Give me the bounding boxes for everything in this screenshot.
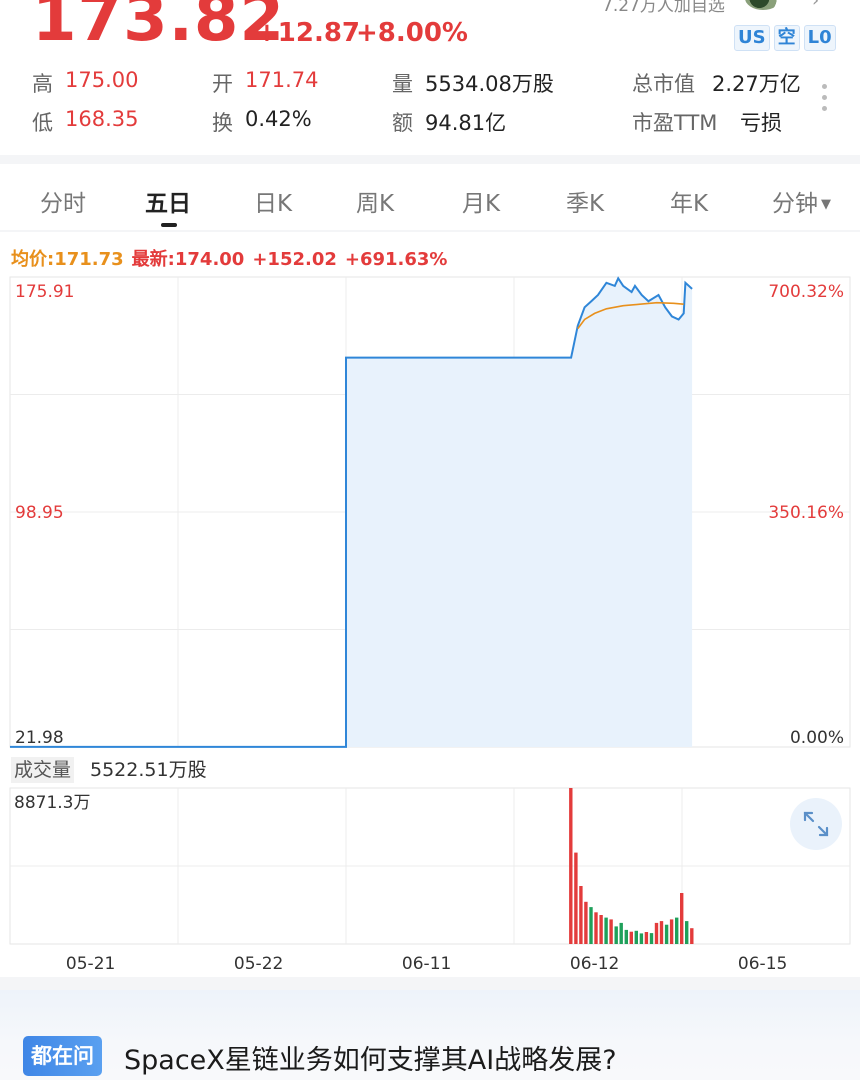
volume-value: 5534.08万股 — [425, 72, 554, 96]
caret-down-icon: ▼ — [821, 197, 831, 212]
tab-yearly-k[interactable]: 年K — [670, 184, 708, 218]
volume-bar — [680, 893, 684, 944]
y-axis-mid-label: 98.95 — [15, 503, 64, 523]
x-axis-date-label: 05-22 — [234, 954, 283, 974]
volume-bar — [654, 922, 659, 944]
volume-bar — [634, 930, 638, 944]
ask-banner[interactable]: 都在问 SpaceX星链业务如何支撑其AI战略发展? — [0, 990, 860, 1080]
chevron-right-icon[interactable]: › — [812, 0, 819, 11]
price-change-percent: +8.00% — [356, 18, 468, 48]
price-volume-chart: 175.91 98.95 21.98 700.32% 350.16% 0.00% 8871.… — [9, 276, 851, 974]
level-tag[interactable]: L0 — [803, 25, 836, 51]
volume-bar — [685, 921, 689, 944]
volume-bar — [604, 917, 608, 944]
volume-bar — [669, 919, 674, 944]
low-label: 低 — [32, 111, 53, 135]
chart-period-tabs: 分时 五日 日K 周K 月K 季K 年K 分钟 ▼ — [0, 164, 860, 230]
price-area — [346, 278, 693, 747]
y-axis-right-min-label: 0.00% — [790, 728, 844, 748]
tab-intraday[interactable]: 分时 — [40, 184, 86, 218]
price-change: +12.87 — [256, 18, 361, 48]
volume-max-label: 8871.3万 — [14, 793, 90, 813]
market-cap-value: 2.27万亿 — [712, 72, 801, 96]
more-options-icon[interactable] — [818, 84, 830, 120]
active-tab-indicator — [161, 223, 177, 227]
open-label: 开 — [212, 72, 233, 96]
avatar[interactable] — [745, 0, 781, 10]
y-axis-max-label: 175.91 — [15, 282, 74, 302]
turnover-value: 0.42% — [245, 107, 312, 131]
turnover-label: 换 — [212, 111, 233, 135]
x-axis-date-label: 05-21 — [66, 954, 115, 974]
short-tag[interactable]: 空 — [773, 25, 800, 51]
tab-minute[interactable]: 分钟 ▼ — [772, 184, 831, 218]
pe-value: 亏损 — [740, 111, 782, 135]
low-value: 168.35 — [65, 107, 139, 131]
tab-daily-k[interactable]: 日K — [254, 184, 292, 218]
expand-icon[interactable] — [790, 798, 842, 850]
volume-bar — [644, 932, 649, 944]
market-cap-label: 总市值 — [632, 72, 695, 96]
volume-bar — [569, 788, 573, 944]
volume-bar — [629, 931, 633, 944]
five-day-chart[interactable]: 均价:171.73 最新:174.00 +152.02 +691.63% 175.91… — [0, 232, 860, 977]
tab-five-day[interactable]: 五日 — [145, 184, 191, 218]
tab-quarterly-k[interactable]: 季K — [566, 184, 604, 218]
volume-bar — [675, 917, 679, 944]
market-tag-us[interactable]: US — [734, 25, 770, 51]
tab-weekly-k[interactable]: 周K — [356, 184, 394, 218]
x-axis-date-label: 06-12 — [570, 954, 619, 974]
volume-bar — [609, 919, 613, 944]
volume-bar — [639, 933, 644, 944]
open-value: 171.74 — [245, 68, 319, 92]
price-area-fill — [346, 278, 693, 747]
volume-bar — [614, 926, 618, 944]
quote-header: 173.82 +12.87 +8.00% 7.27万人加自选 › US 空 L0… — [0, 0, 860, 155]
pe-label: 市盈TTM — [632, 111, 718, 135]
ask-question[interactable]: SpaceX星链业务如何支撑其AI战略发展? — [124, 1038, 617, 1077]
volume-title: 成交量 — [11, 757, 75, 783]
volume-bar — [664, 924, 669, 944]
last-price: 173.82 — [32, 0, 285, 56]
amount-label: 额 — [392, 111, 413, 135]
followers-note[interactable]: 7.27万人加自选 — [602, 0, 725, 16]
volume-bar — [589, 907, 593, 944]
volume-label: 量 — [392, 72, 413, 96]
market-tags: US 空 L0 — [734, 25, 836, 51]
tab-monthly-k[interactable]: 月K — [462, 184, 500, 218]
y-axis-right-max-label: 700.32% — [768, 282, 844, 302]
volume-bar — [659, 921, 664, 944]
x-axis-date-label: 06-15 — [738, 954, 787, 974]
volume-bar — [649, 933, 654, 944]
high-value: 175.00 — [65, 68, 139, 92]
volume-bar — [619, 922, 623, 944]
ask-badge: 都在问 — [23, 1036, 102, 1076]
amount-value: 94.81亿 — [425, 111, 507, 135]
volume-total: 5522.51万股 — [90, 759, 207, 781]
high-label: 高 — [32, 72, 53, 96]
volume-bar — [584, 901, 588, 944]
volume-bar — [624, 929, 628, 944]
y-axis-min-label: 21.98 — [15, 728, 64, 748]
volume-bar — [594, 912, 598, 944]
x-axis-date-label: 06-11 — [402, 954, 451, 974]
tab-minute-label: 分钟 — [772, 191, 818, 217]
volume-bar — [574, 852, 578, 944]
volume-bar — [690, 928, 694, 944]
volume-bar — [599, 915, 603, 944]
volume-bar — [579, 886, 583, 944]
y-axis-right-mid-label: 350.16% — [768, 503, 844, 523]
